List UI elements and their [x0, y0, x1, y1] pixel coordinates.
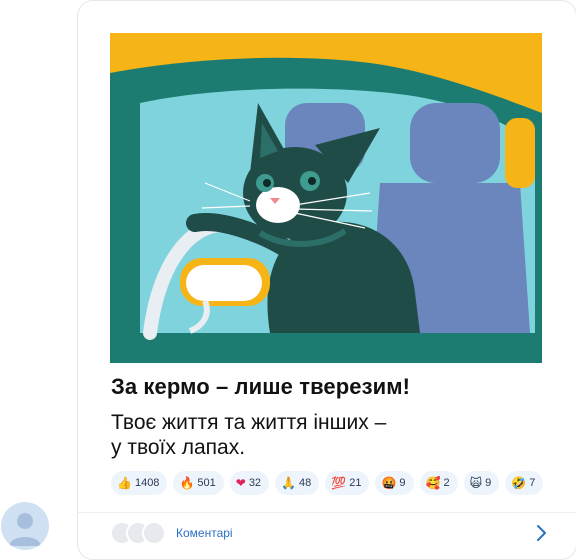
commenter-avatar-placeholder	[142, 521, 166, 545]
commenter-avatars	[110, 521, 166, 545]
smiling-hearts-icon: 🥰	[425, 476, 441, 490]
reaction-scream[interactable]: 🙀 9	[463, 471, 500, 495]
fire-icon: 🔥	[179, 476, 195, 490]
reaction-pray[interactable]: 🙏 48	[275, 471, 320, 495]
reaction-fire[interactable]: 🔥 501	[173, 471, 224, 495]
reaction-count: 9	[399, 477, 406, 489]
hundred-icon: 💯	[331, 476, 347, 490]
reaction-count: 21	[349, 477, 362, 489]
thumbs-up-icon: 👍	[117, 476, 132, 490]
divider	[77, 512, 576, 513]
post-title: За кермо – лише тверезим!	[111, 374, 411, 399]
reaction-thumbs-up[interactable]: 👍 1408	[111, 471, 168, 495]
post-text: Твоє життя та життя інших – у твоїх лапа…	[111, 410, 551, 460]
comments-link[interactable]: Коментарі	[176, 526, 233, 540]
post-text-line-1: Твоє життя та життя інших –	[111, 411, 387, 434]
scream-icon: 🙀	[469, 476, 483, 490]
reaction-smiling-hearts[interactable]: 🥰 2	[419, 471, 458, 495]
reaction-laugh[interactable]: 🤣 7	[505, 471, 544, 495]
user-icon	[9, 513, 41, 546]
post-text-line-2: у твоїх лапах.	[111, 436, 246, 459]
reaction-count: 1408	[134, 477, 160, 489]
pray-icon: 🙏	[281, 476, 297, 490]
post-illustration[interactable]	[110, 33, 542, 363]
heart-icon: ❤	[235, 476, 246, 490]
reaction-hundred[interactable]: 💯 21	[325, 471, 370, 495]
reaction-count: 501	[197, 477, 216, 489]
comments-bar[interactable]: Коментарі	[110, 520, 550, 546]
reaction-count: 2	[443, 477, 450, 489]
reactions-bar: 👍 1408 🔥 501 ❤ 32 🙏 48 💯 21 🤬 9 🥰 2 🙀 9 …	[111, 471, 551, 495]
laugh-icon: 🤣	[511, 476, 527, 490]
reaction-heart[interactable]: ❤ 32	[229, 471, 270, 495]
angry-face-icon: 🤬	[381, 476, 397, 490]
reaction-count: 9	[485, 477, 492, 489]
reaction-angry[interactable]: 🤬 9	[375, 471, 414, 495]
cat-driving-illustration	[110, 33, 542, 363]
reaction-count: 32	[248, 477, 262, 489]
reaction-count: 7	[529, 477, 536, 489]
chevron-right-icon[interactable]	[536, 523, 548, 543]
reaction-count: 48	[299, 477, 312, 489]
avatar[interactable]	[1, 502, 49, 550]
